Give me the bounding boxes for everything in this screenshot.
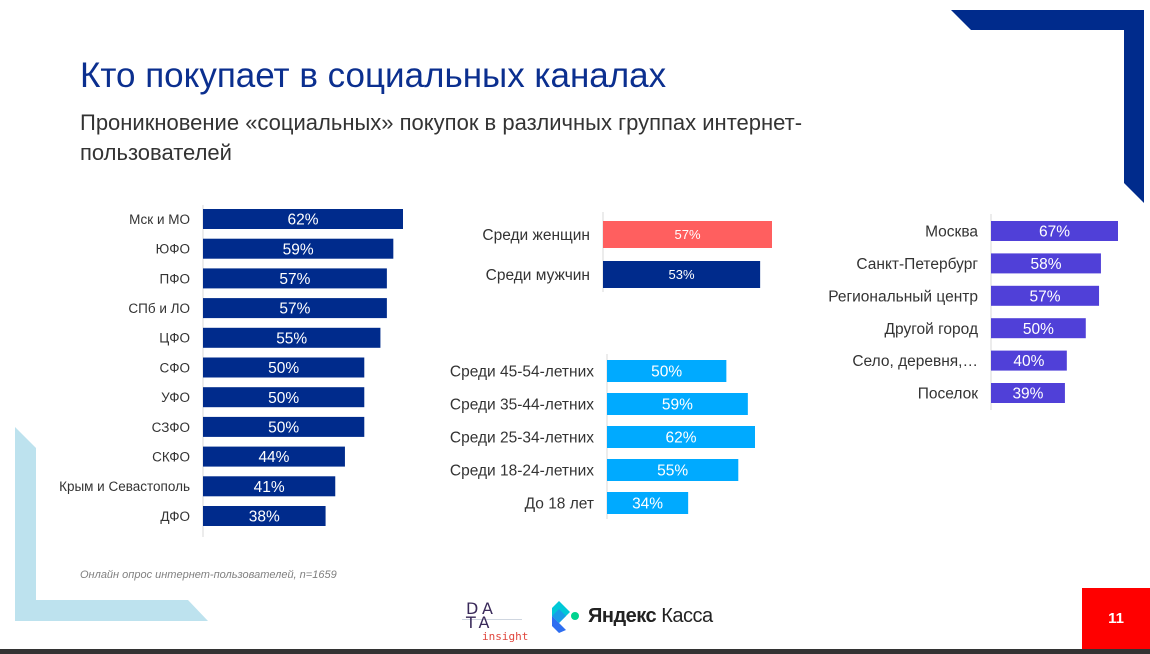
yandex-kassa-wordmark-regular: Касса	[661, 604, 713, 627]
city-category-label: Село, деревня,…	[852, 353, 978, 370]
age-category-label: Среди 35-44-летних	[450, 397, 594, 414]
yandex-kassa-wordmark: Яндекс Касса	[588, 605, 713, 628]
city-value-label: 50%	[1023, 321, 1054, 338]
city-category-label: Санкт-Петербург	[856, 256, 978, 273]
city-category-label: Поселок	[918, 386, 978, 403]
city-chart: Москва 67% Санкт-Петербург 58% Региональный …	[828, 214, 1118, 410]
region-category-label: ПФО	[160, 271, 190, 286]
age-value-label: 34%	[632, 496, 663, 513]
data-insight-logo: DA TA insight	[462, 599, 528, 647]
city-category-label: Москва	[925, 224, 978, 241]
region-value-label: 55%	[276, 330, 307, 347]
survey-footnote: Онлайн опрос интернет-пользователей, n=1…	[80, 569, 337, 581]
region-category-label: УФО	[161, 390, 190, 405]
data-insight-logo-line3: insight	[482, 630, 529, 643]
region-value-label: 50%	[268, 360, 299, 377]
city-value-label: 58%	[1030, 256, 1061, 273]
city-value-label: 57%	[1030, 288, 1061, 305]
region-category-label: Мск и МО	[129, 212, 190, 227]
region-value-label: 41%	[254, 479, 285, 496]
age-category-label: Среди 45-54-летних	[450, 364, 594, 381]
city-category-label: Региональный центр	[828, 288, 978, 305]
region-chart: Мск и МО 62% ЮФО 59% ПФО 57% СПб и ЛО 57% ЦФО 55%…	[59, 205, 403, 537]
region-value-label: 57%	[279, 301, 310, 318]
gender-chart: Среди женщин 57% Среди мужчин 53%	[482, 212, 772, 292]
gender-value-label: 57%	[674, 227, 700, 242]
gender-value-label: 53%	[669, 267, 695, 282]
page-number-badge: 11	[1082, 588, 1150, 649]
region-category-label: СПб и ЛО	[128, 301, 190, 316]
region-category-label: СЗФО	[152, 420, 190, 435]
region-value-label: 62%	[287, 212, 318, 229]
region-category-label: ДФО	[160, 509, 190, 524]
age-chart: Среди 45-54-летних 50% Среди 35-44-летних 5…	[450, 354, 755, 519]
region-value-label: 38%	[249, 509, 280, 526]
age-value-label: 59%	[662, 397, 693, 414]
region-value-label: 57%	[279, 271, 310, 288]
gender-category-label: Среди женщин	[482, 227, 590, 244]
region-value-label: 50%	[268, 419, 299, 436]
region-value-label: 44%	[258, 449, 289, 466]
yandex-kassa-icon	[552, 601, 579, 633]
yandex-kassa-wordmark-bold: Яндекс	[588, 604, 657, 627]
city-value-label: 39%	[1012, 386, 1043, 403]
bottom-border	[0, 649, 1150, 654]
yandex-kassa-logo: Яндекс Касса	[550, 598, 713, 634]
age-value-label: 55%	[657, 463, 688, 480]
city-value-label: 67%	[1039, 224, 1070, 241]
page-number: 11	[1108, 610, 1124, 627]
age-category-label: Среди 18-24-летних	[450, 463, 594, 480]
region-value-label: 59%	[283, 241, 314, 258]
city-category-label: Другой город	[885, 321, 978, 338]
region-category-label: ЮФО	[156, 242, 190, 257]
city-value-label: 40%	[1013, 353, 1044, 370]
charts-canvas: Мск и МО 62% ЮФО 59% ПФО 57% СПб и ЛО 57% ЦФО 55%…	[59, 205, 1118, 537]
age-category-label: До 18 лет	[525, 496, 594, 513]
region-category-label: СКФО	[152, 449, 190, 464]
age-category-label: Среди 25-34-летних	[450, 430, 594, 447]
region-category-label: СФО	[159, 360, 190, 375]
region-value-label: 50%	[268, 390, 299, 407]
age-value-label: 62%	[665, 430, 696, 447]
gender-category-label: Среди мужчин	[486, 267, 590, 284]
region-category-label: ЦФО	[159, 331, 190, 346]
age-value-label: 50%	[651, 364, 682, 381]
region-category-label: Крым и Севастополь	[59, 479, 190, 494]
